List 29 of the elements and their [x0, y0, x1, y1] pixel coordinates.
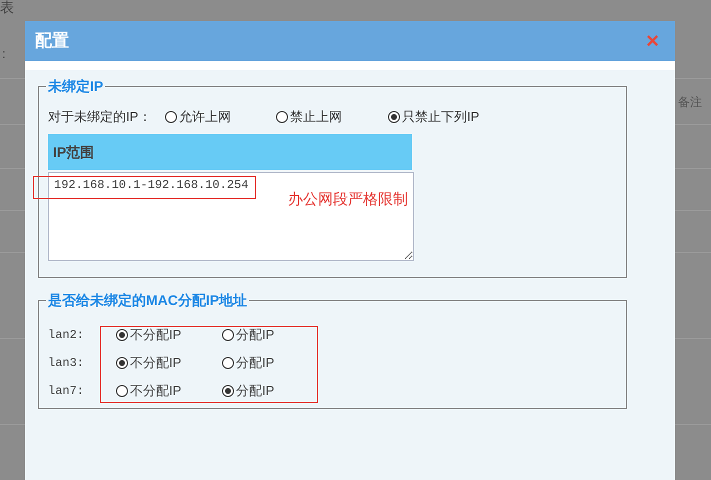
radio-button[interactable] [388, 111, 400, 123]
interface-label: lan2: [48, 327, 86, 344]
radio-button[interactable] [276, 111, 288, 123]
column-header: IP范围 [53, 142, 94, 162]
annotation-text: 办公网段严格限制 [288, 190, 408, 210]
radio-button[interactable] [165, 111, 177, 123]
radio-label[interactable]: 不分配IP [130, 381, 182, 401]
radio-label[interactable]: 禁止上网 [290, 107, 342, 127]
radio-label[interactable]: 只禁止下列IP [402, 107, 480, 127]
field-label: 对于未绑定的IP： [48, 108, 152, 126]
section-legend: 未绑定IP [46, 76, 106, 97]
radio-label[interactable]: 不分配IP [130, 325, 182, 345]
radio-label[interactable]: 分配IP [236, 353, 274, 373]
radio-button[interactable] [222, 357, 234, 369]
radio-label[interactable]: 分配IP [236, 381, 274, 401]
radio-label[interactable]: 分配IP [236, 325, 274, 345]
section-legend: 是否给未绑定的MAC分配IP地址 [46, 290, 250, 311]
dialog-title: 配置 [35, 30, 69, 52]
radio-button[interactable] [222, 385, 234, 397]
page-title: 表 [0, 0, 14, 14]
interface-label: lan7: [48, 383, 86, 400]
radio-button[interactable] [222, 329, 234, 341]
radio-button[interactable] [116, 385, 128, 397]
interface-label: lan3: [48, 355, 86, 372]
radio-label[interactable]: 不分配IP [130, 353, 182, 373]
radio-button[interactable] [116, 357, 128, 369]
radio-button[interactable] [116, 329, 128, 341]
radio-label[interactable]: 允许上网 [179, 107, 231, 127]
field-label: : [2, 45, 6, 63]
